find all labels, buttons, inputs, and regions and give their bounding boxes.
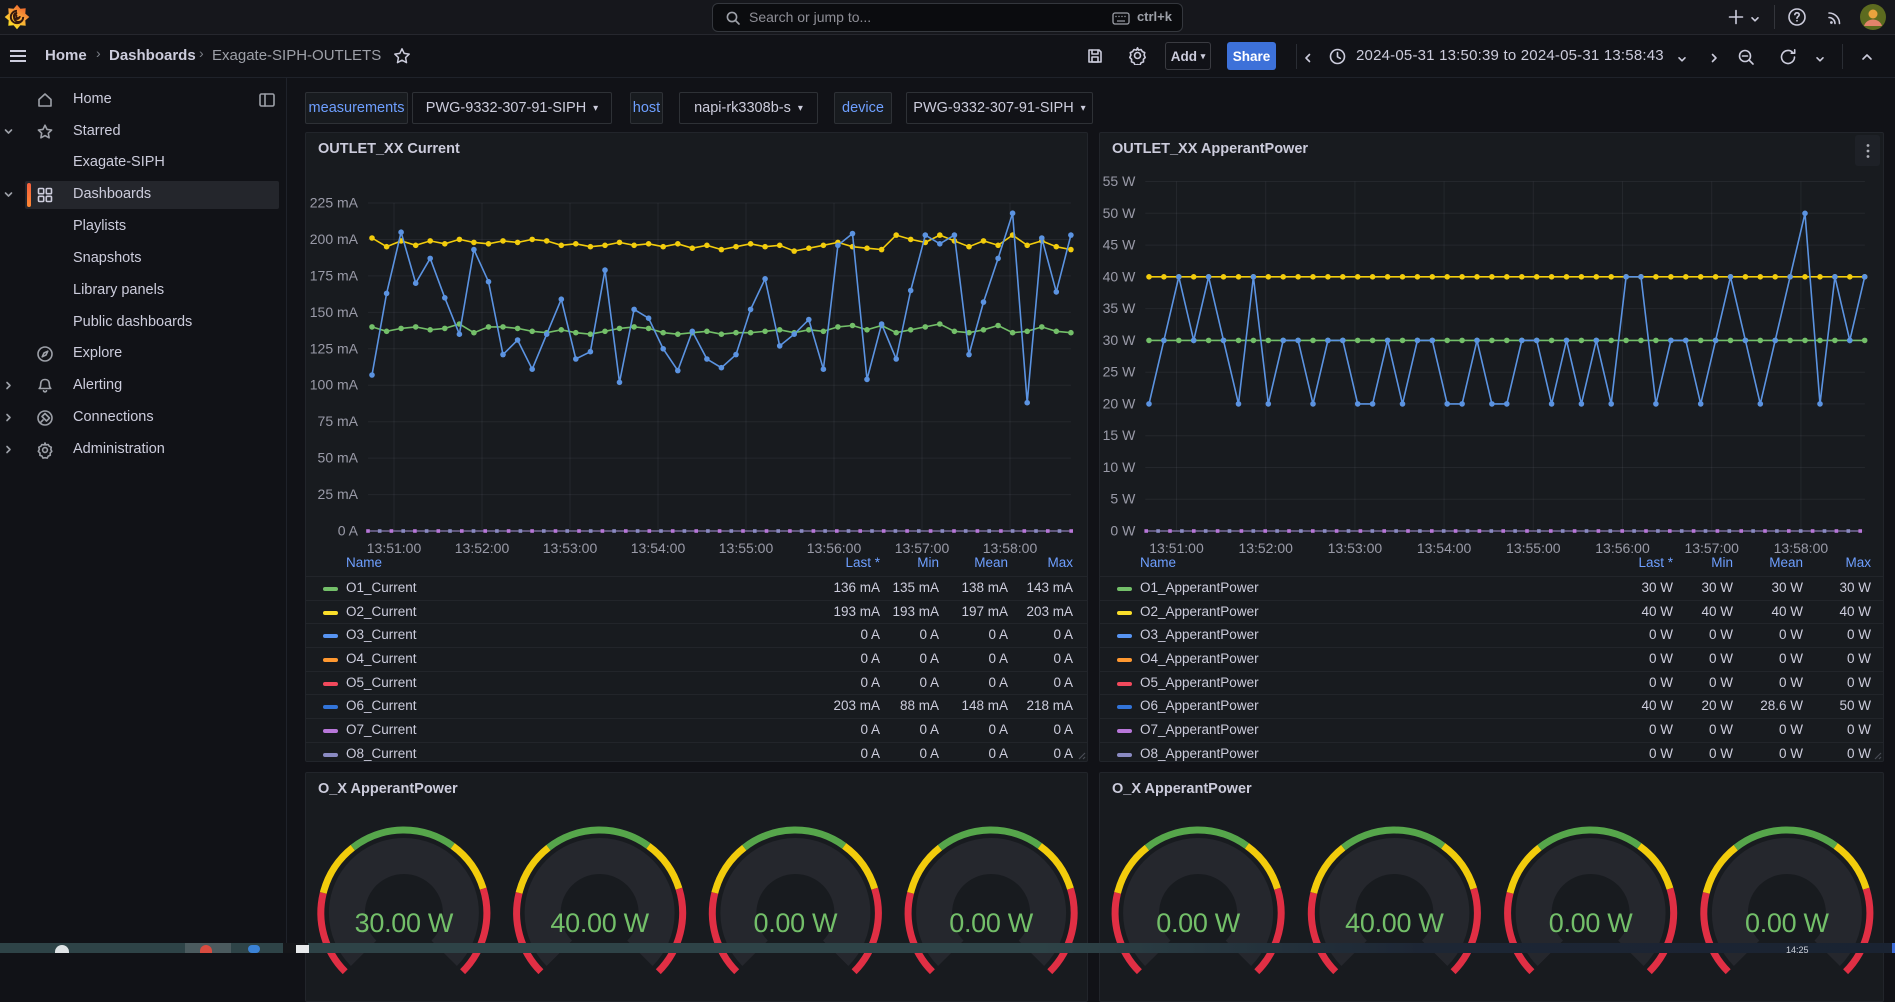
svg-text:50 mA: 50 mA bbox=[318, 450, 359, 466]
svg-text:40.00 W: 40.00 W bbox=[550, 908, 649, 938]
svg-text:45 W: 45 W bbox=[1103, 237, 1136, 253]
svg-text:55 W: 55 W bbox=[1103, 173, 1136, 189]
svg-text:50 W: 50 W bbox=[1103, 205, 1136, 221]
svg-text:100 mA: 100 mA bbox=[310, 377, 359, 393]
svg-text:25 W: 25 W bbox=[1103, 364, 1136, 380]
svg-text:150 mA: 150 mA bbox=[310, 304, 359, 320]
svg-text:75 mA: 75 mA bbox=[318, 413, 359, 429]
svg-text:20 W: 20 W bbox=[1103, 395, 1136, 411]
svg-text:25 mA: 25 mA bbox=[318, 486, 359, 502]
svg-text:10 W: 10 W bbox=[1103, 459, 1136, 475]
svg-text:35 W: 35 W bbox=[1103, 300, 1136, 316]
svg-text:225 mA: 225 mA bbox=[310, 195, 359, 211]
svg-text:30.00 W: 30.00 W bbox=[355, 908, 454, 938]
svg-text:0.00 W: 0.00 W bbox=[949, 908, 1034, 938]
svg-text:40 W: 40 W bbox=[1103, 268, 1136, 284]
svg-text:30 W: 30 W bbox=[1103, 332, 1136, 348]
svg-text:0.00 W: 0.00 W bbox=[1549, 908, 1634, 938]
svg-text:0.00 W: 0.00 W bbox=[1745, 908, 1830, 938]
svg-text:175 mA: 175 mA bbox=[310, 267, 359, 283]
svg-text:0 W: 0 W bbox=[1110, 523, 1136, 539]
svg-text:200 mA: 200 mA bbox=[310, 231, 359, 247]
svg-text:15 W: 15 W bbox=[1103, 427, 1136, 443]
svg-text:0 A: 0 A bbox=[338, 523, 359, 539]
svg-text:5 W: 5 W bbox=[1110, 491, 1136, 507]
svg-text:0.00 W: 0.00 W bbox=[754, 908, 839, 938]
svg-text:0.00 W: 0.00 W bbox=[1156, 908, 1241, 938]
svg-text:125 mA: 125 mA bbox=[310, 340, 359, 356]
svg-text:40.00 W: 40.00 W bbox=[1345, 908, 1444, 938]
